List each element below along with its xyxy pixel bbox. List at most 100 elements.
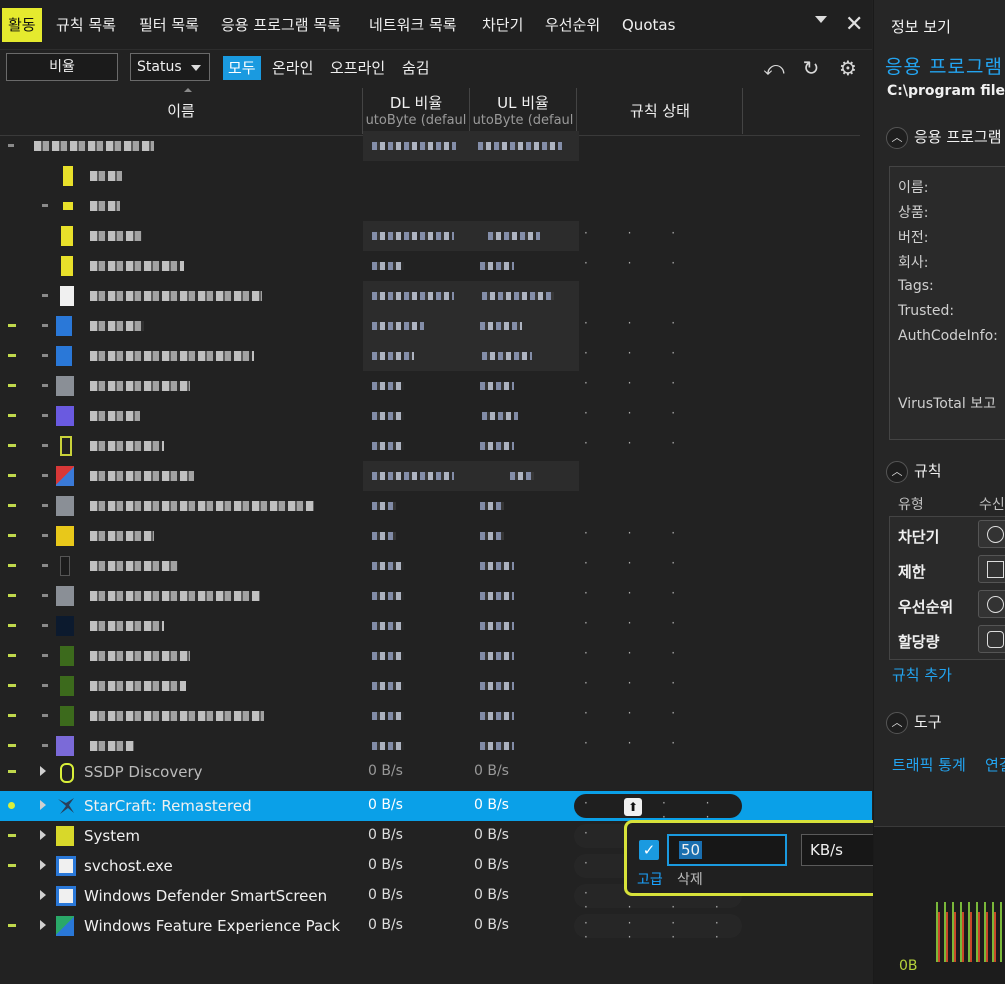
table-row[interactable]: · · ·	[0, 221, 872, 251]
table-row[interactable]: · · ·	[0, 521, 872, 551]
chevron-right-icon[interactable]	[40, 860, 46, 870]
field-authcode: AuthCodeInfo:	[898, 328, 998, 344]
table-row[interactable]: SSDP Discovery 0 B/s 0 B/s	[0, 761, 872, 787]
rule-state-cell[interactable]: · · ·	[574, 374, 742, 398]
table-row[interactable]: · · ·	[0, 731, 872, 761]
tab-filter-list[interactable]: 필터 목록	[139, 8, 199, 42]
rule-state-cell[interactable]: · · ·	[574, 584, 742, 608]
chevron-right-icon[interactable]	[40, 830, 46, 840]
table-row[interactable]: · · ·	[0, 401, 872, 431]
table-row[interactable]	[0, 281, 872, 311]
graph-bar	[986, 912, 988, 962]
rule-state-cell[interactable]: · · ·	[574, 734, 742, 758]
table-row[interactable]	[0, 191, 872, 221]
rule-state-cell[interactable]: · · ·	[574, 434, 742, 458]
chevron-right-icon[interactable]	[40, 766, 46, 776]
circle-icon	[987, 526, 1004, 543]
limit-enable-checkbox[interactable]: ✓	[639, 840, 659, 860]
column-ul-rate[interactable]: UL 비율 utoByte (defaul	[471, 88, 575, 134]
search-input[interactable]: 비율	[6, 53, 118, 81]
limit-value-input[interactable]: 50	[667, 834, 787, 866]
delete-link[interactable]: 삭제	[677, 869, 703, 889]
advanced-link[interactable]: 고급	[637, 869, 663, 889]
rule-state-cell[interactable]: · · ·	[574, 674, 742, 698]
chevron-up-icon[interactable]: ︿	[886, 711, 908, 734]
column-dl-rate[interactable]: DL 비율 utoByte (defaul	[364, 88, 468, 134]
tab-rule-list[interactable]: 규칙 목록	[56, 8, 116, 42]
rule-state-cell[interactable]: · · ·	[574, 404, 742, 428]
tab-limiter[interactable]: 차단기	[482, 8, 523, 42]
table-row[interactable]: · · ·	[0, 701, 872, 731]
connections-link[interactable]: 연결	[985, 754, 1005, 775]
column-divider[interactable]	[576, 88, 577, 134]
gear-icon[interactable]: ⚙	[836, 56, 860, 80]
rule-state-cell[interactable]: · · ·	[574, 254, 742, 278]
rule-state-cell[interactable]: · · ·	[574, 554, 742, 578]
close-icon[interactable]: ✕	[845, 12, 863, 38]
table-row[interactable]: Windows Feature Experience Pack 0 B/s 0 …	[0, 911, 872, 944]
rule-state-cell[interactable]: · · ·	[574, 344, 742, 368]
obscured-name	[90, 471, 194, 481]
tab-priority[interactable]: 우선순위	[545, 8, 600, 42]
add-rule-link[interactable]: 규칙 추가	[892, 664, 952, 685]
column-divider[interactable]	[469, 88, 470, 134]
rule-state-cell[interactable]: · · ·	[574, 644, 742, 668]
section-tools[interactable]: ︿ 도구	[886, 711, 942, 734]
limit-toggle[interactable]	[978, 555, 1005, 583]
graph-bar	[962, 912, 964, 962]
status-select[interactable]: Status	[130, 53, 210, 81]
rule-state-cell[interactable]: · · ·	[574, 704, 742, 728]
quota-toggle[interactable]	[978, 625, 1005, 653]
table-row[interactable]: · · ·	[0, 551, 872, 581]
rule-state-cell[interactable]: · · ⬆ · · · ·	[574, 794, 742, 824]
table-row[interactable]: · · ·	[0, 611, 872, 641]
rule-state-dots: · · ·	[584, 616, 694, 630]
limit-rule-icon[interactable]: ⬆	[624, 798, 642, 816]
table-row[interactable]: · · ·	[0, 431, 872, 461]
status-indicator	[42, 414, 48, 417]
table-row[interactable]: · · ·	[0, 671, 872, 701]
tab-quotas[interactable]: Quotas	[622, 8, 675, 42]
column-rule-state[interactable]: 규칙 상태	[578, 88, 742, 134]
tab-network-list[interactable]: 네트워크 목록	[369, 8, 457, 42]
segment-hidden[interactable]: 숨김	[402, 56, 430, 80]
table-row[interactable]: · · ·	[0, 341, 872, 371]
table-row[interactable]: · · ·	[0, 371, 872, 401]
section-rules[interactable]: ︿ 규칙	[886, 460, 942, 483]
table-row[interactable]: · · ·	[0, 581, 872, 611]
table-row[interactable]	[0, 461, 872, 491]
rule-state-cell[interactable]: · · · · · · · ·	[574, 914, 742, 944]
rule-state-cell[interactable]: · · ·	[574, 614, 742, 638]
table-row[interactable]	[0, 131, 872, 161]
priority-toggle[interactable]	[978, 590, 1005, 618]
table-row[interactable]: · · ·	[0, 251, 872, 281]
rule-state-cell[interactable]: · · ·	[574, 314, 742, 338]
chevron-right-icon[interactable]	[40, 800, 46, 810]
blocker-toggle[interactable]	[978, 520, 1005, 548]
section-application[interactable]: ︿ 응용 프로그램	[886, 126, 1002, 149]
table-row[interactable]: · · ·	[0, 641, 872, 671]
table-row-selected[interactable]: StarCraft: Remastered 0 B/s 0 B/s · · ⬆ …	[0, 791, 872, 824]
column-name[interactable]: 이름	[0, 88, 362, 134]
segment-all[interactable]: 모두	[223, 56, 261, 80]
tab-activity[interactable]: 활동	[2, 8, 42, 42]
chevron-up-icon[interactable]: ︿	[886, 126, 908, 149]
chevron-right-icon[interactable]	[40, 920, 46, 930]
tab-overflow-dropdown-icon[interactable]	[815, 16, 827, 23]
column-divider[interactable]	[362, 88, 363, 134]
collapse-icon[interactable]: ⤺	[762, 56, 786, 80]
dl-rate: 0 B/s	[368, 763, 403, 779]
traffic-stats-link[interactable]: 트래픽 통계	[892, 754, 966, 775]
rule-state-cell[interactable]: · · ·	[574, 524, 742, 548]
table-row[interactable]	[0, 161, 872, 191]
segment-offline[interactable]: 오프라인	[330, 56, 385, 80]
rule-state-cell[interactable]: · · ·	[574, 224, 742, 248]
segment-online[interactable]: 온라인	[272, 56, 313, 80]
column-divider[interactable]	[742, 88, 743, 134]
table-row[interactable]	[0, 491, 872, 521]
chevron-up-icon[interactable]: ︿	[886, 460, 908, 483]
refresh-icon[interactable]: ↻	[799, 56, 823, 80]
tab-application-list[interactable]: 응용 프로그램 목록	[221, 8, 341, 42]
table-row[interactable]: · · ·	[0, 311, 872, 341]
chevron-right-icon[interactable]	[40, 890, 46, 900]
